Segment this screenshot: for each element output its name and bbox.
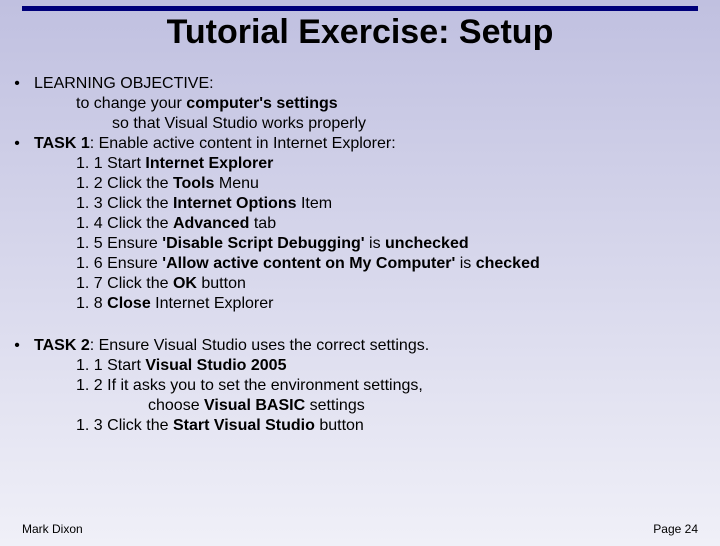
title-rule — [22, 6, 698, 11]
objective-line-1: to change your computer's settings — [0, 94, 720, 114]
task1-step-8: 1. 8 Close Internet Explorer — [0, 294, 720, 314]
bullet-icon: • — [0, 74, 34, 94]
task2-step-1: 1. 1 Start Visual Studio 2005 — [0, 356, 720, 376]
bullet-task-1: • TASK 1: Enable active content in Inter… — [0, 134, 720, 154]
task1-step-2: 1. 2 Click the Tools Menu — [0, 174, 720, 194]
bullet-text: LEARNING OBJECTIVE: — [34, 74, 720, 94]
bullet-text: TASK 1: Enable active content in Interne… — [34, 134, 720, 154]
footer: Mark Dixon Page 24 — [0, 522, 720, 536]
task1-step-7: 1. 7 Click the OK button — [0, 274, 720, 294]
bullet-task-2: • TASK 2: Ensure Visual Studio uses the … — [0, 336, 720, 356]
content-body: • LEARNING OBJECTIVE: to change your com… — [0, 74, 720, 436]
bullet-text: TASK 2: Ensure Visual Studio uses the co… — [34, 336, 720, 356]
task1-step-1: 1. 1 Start Internet Explorer — [0, 154, 720, 174]
task1-step-5: 1. 5 Ensure 'Disable Script Debugging' i… — [0, 234, 720, 254]
task2-step-3: 1. 3 Click the Start Visual Studio butto… — [0, 416, 720, 436]
page-title: Tutorial Exercise: Setup — [0, 13, 720, 52]
bullet-learning-objective: • LEARNING OBJECTIVE: — [0, 74, 720, 94]
footer-page: Page 24 — [653, 522, 698, 536]
bullet-icon: • — [0, 134, 34, 154]
task1-step-3: 1. 3 Click the Internet Options Item — [0, 194, 720, 214]
task2-step-2: 1. 2 If it asks you to set the environme… — [0, 376, 720, 396]
footer-author: Mark Dixon — [22, 522, 83, 536]
bullet-icon: • — [0, 336, 34, 356]
task1-step-6: 1. 6 Ensure 'Allow active content on My … — [0, 254, 720, 274]
objective-line-2: so that Visual Studio works properly — [0, 114, 720, 134]
task1-step-4: 1. 4 Click the Advanced tab — [0, 214, 720, 234]
task2-step-2-cont: choose Visual BASIC settings — [0, 396, 720, 416]
